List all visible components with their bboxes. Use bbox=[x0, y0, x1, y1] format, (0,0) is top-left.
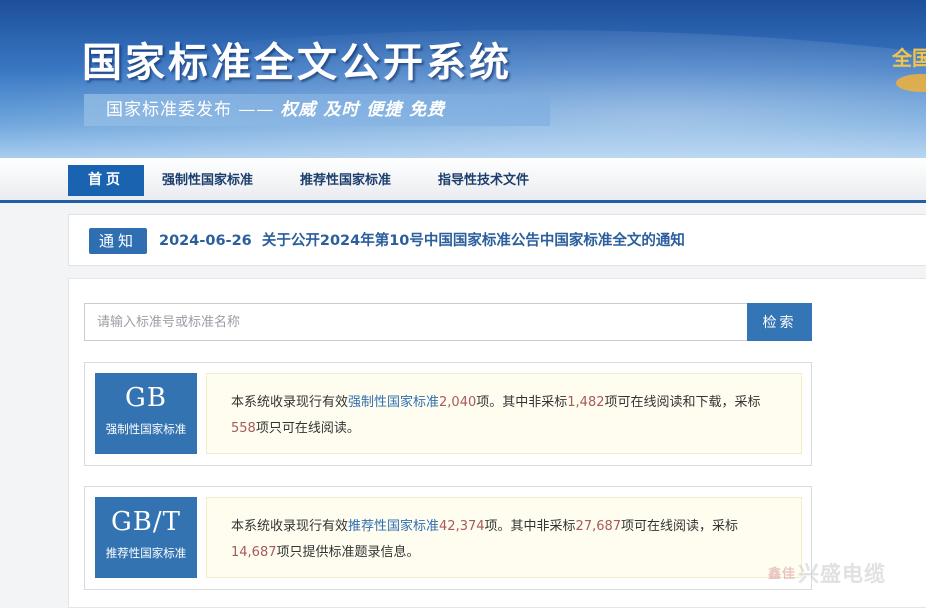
card-code: GB bbox=[125, 383, 167, 413]
banner-right-text: 全国 bbox=[892, 46, 926, 70]
notice-link[interactable]: 2024-06-26 关于公开2024年第10号中国国家标准公告中国家标准全文的… bbox=[159, 229, 685, 250]
desc-total: 42,374 bbox=[439, 519, 485, 534]
gb-badge[interactable]: GB 强制性国家标准 bbox=[95, 373, 197, 454]
desc-text: 项。其中非采标 bbox=[484, 519, 576, 534]
nav-item-guidance[interactable]: 指导性技术文件 bbox=[438, 165, 529, 196]
desc-nonadopted: 1,482 bbox=[567, 395, 605, 410]
gbt-badge[interactable]: GB/T 推荐性国家标准 bbox=[95, 497, 197, 578]
desc-link[interactable]: 强制性国家标准 bbox=[348, 395, 439, 410]
subtitle-prefix: 国家标准委发布 —— bbox=[106, 100, 275, 120]
main-nav: 首页 强制性国家标准 推荐性国家标准 指导性技术文件 bbox=[0, 158, 926, 203]
desc-total: 2,040 bbox=[439, 395, 477, 410]
banner-decoration bbox=[896, 74, 926, 92]
desc-text: 本系统收录现行有效 bbox=[231, 395, 349, 410]
nav-item-mandatory[interactable]: 强制性国家标准 bbox=[162, 165, 253, 196]
watermark-text: 兴盛电缆 bbox=[798, 562, 887, 586]
notice-date: 2024-06-26 bbox=[159, 233, 252, 249]
card-label: 推荐性国家标准 bbox=[105, 546, 187, 560]
site-banner: 国家标准全文公开系统 国家标准委发布 —— 权威 及时 便捷 免费 全国 bbox=[0, 0, 926, 158]
desc-text: 本系统收录现行有效 bbox=[231, 519, 349, 534]
desc-text: 项可在线阅读，采标 bbox=[621, 519, 739, 534]
desc-nonadopted: 27,687 bbox=[575, 519, 622, 534]
desc-adopted: 558 bbox=[231, 421, 256, 436]
notice-badge: 通知 bbox=[89, 228, 147, 254]
notice-bar: 通知 2024-06-26 关于公开2024年第10号中国国家标准公告中国家标准… bbox=[68, 214, 926, 266]
desc-text: 项只可在线阅读。 bbox=[255, 421, 360, 436]
site-subtitle: 国家标准委发布 —— 权威 及时 便捷 免费 bbox=[84, 94, 550, 126]
search-input[interactable] bbox=[84, 303, 747, 341]
standard-card-gb: GB 强制性国家标准 本系统收录现行有效强制性国家标准2,040项。其中非采标1… bbox=[84, 362, 812, 466]
subtitle-slogan: 权威 及时 便捷 免费 bbox=[280, 100, 446, 120]
card-description: 本系统收录现行有效强制性国家标准2,040项。其中非采标1,482项可在线阅读和… bbox=[206, 373, 802, 454]
notice-title: 关于公开2024年第10号中国国家标准公告中国家标准全文的通知 bbox=[261, 233, 685, 249]
nav-item-recommended[interactable]: 推荐性国家标准 bbox=[300, 165, 391, 196]
standard-card-gbt: GB/T 推荐性国家标准 本系统收录现行有效推荐性国家标准42,374项。其中非… bbox=[84, 486, 812, 590]
desc-adopted: 14,687 bbox=[231, 545, 277, 560]
desc-text: 项只提供标准题录信息。 bbox=[276, 545, 420, 560]
desc-text: 项。其中非采标 bbox=[476, 395, 568, 410]
card-label: 强制性国家标准 bbox=[105, 422, 187, 436]
site-title: 国家标准全文公开系统 bbox=[82, 39, 512, 86]
search-button[interactable]: 检索 bbox=[747, 303, 812, 341]
desc-link[interactable]: 推荐性国家标准 bbox=[348, 519, 439, 534]
nav-item-home[interactable]: 首页 bbox=[68, 165, 144, 196]
watermark-small: 鑫佳 bbox=[768, 567, 797, 582]
desc-text: 项可在线阅读和下载，采标 bbox=[604, 395, 761, 410]
card-description: 本系统收录现行有效推荐性国家标准42,374项。其中非采标27,687项可在线阅… bbox=[206, 497, 802, 578]
watermark: 鑫佳兴盛电缆 bbox=[768, 558, 886, 588]
card-code: GB/T bbox=[111, 507, 181, 537]
